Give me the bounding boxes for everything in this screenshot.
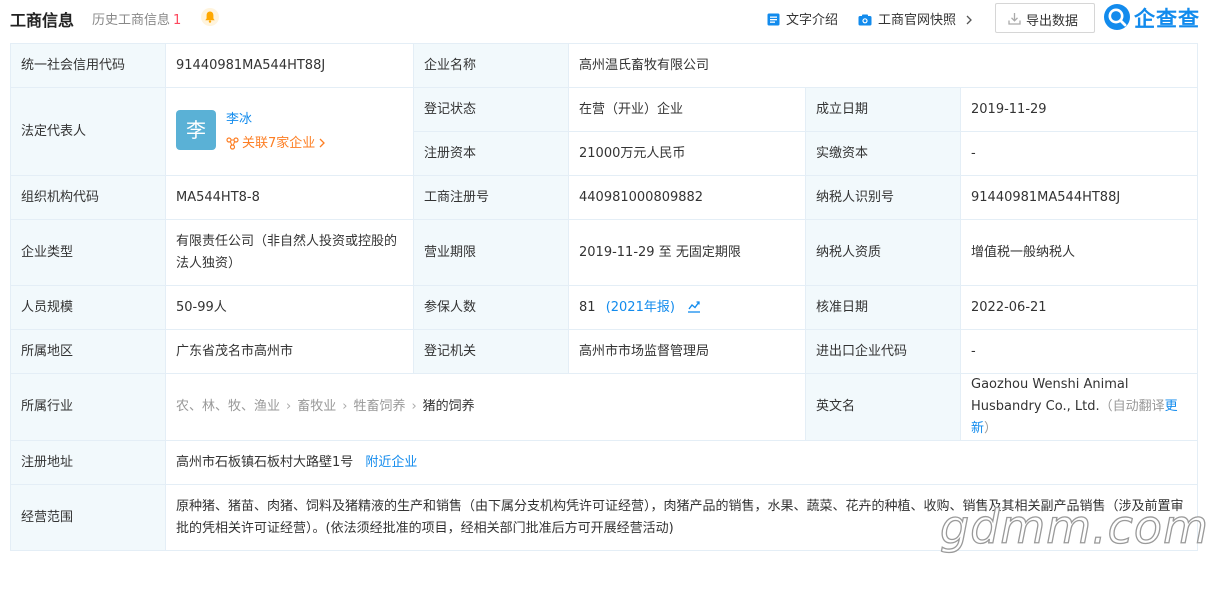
region-value: 广东省茂名市高州市 [165,329,414,374]
org-code-value: MA544HT8-8 [165,175,414,220]
related-companies-link[interactable]: 关联7家企业 [226,133,326,155]
address-label: 注册地址 [10,440,166,485]
history-count: 1 [173,13,182,28]
bell-icon[interactable] [201,8,219,26]
taxpayer-qual-label: 纳税人资质 [805,219,961,286]
chevron-right-icon [966,15,973,25]
taxpayer-id-value: 91440981MA544HT88J [959,175,1199,220]
reg-capital-value: 21000万元人民币 [568,131,806,176]
text-intro-label: 文字介绍 [786,13,839,28]
credit-code-value: 91440981MA544HT88J [165,43,414,88]
history-info-link[interactable]: 历史工商信息 1 [92,9,181,28]
legal-rep-name-link[interactable]: 李冰 [226,109,252,131]
paid-capital-value: - [959,131,1199,176]
english-name-cell: Gaozhou Wenshi Animal Husbandry Co., Ltd… [959,373,1199,441]
scope-label: 经营范围 [10,484,166,551]
industry-level-3[interactable]: 牲畜饲养 [353,399,405,414]
org-code-label: 组织机构代码 [10,175,166,220]
address-cell: 高州市石板镇石板村大路壁1号 附近企业 [164,440,1199,485]
auto-translate-note: （自动翻译 [1099,399,1165,414]
reg-status-value: 在营（开业）企业 [568,87,806,132]
company-name-value: 高州温氏畜牧有限公司 [567,43,1199,88]
staff-size-label: 人员规模 [10,285,166,330]
founded-value: 2019-11-29 [959,87,1199,132]
avatar[interactable]: 李 [176,109,216,150]
taxpayer-id-label: 纳税人识别号 [805,175,961,220]
table-row: 所属地区 广东省茂名市高州市 登记机关 高州市市场监督管理局 进出口企业代码 - [10,329,1199,374]
approval-date-value: 2022-06-21 [959,285,1199,330]
business-info-table: 统一社会信用代码 91440981MA544HT88J 企业名称 高州温氏畜牧有… [10,43,1199,551]
paid-capital-label: 实缴资本 [805,131,961,176]
table-row: 企业类型 有限责任公司（非自然人投资或控股的法人独资） 营业期限 2019-11… [10,219,1199,286]
table-row: 注册地址 高州市石板镇石板村大路壁1号 附近企业 [10,440,1199,485]
nearby-companies-link[interactable]: 附近企业 [365,455,417,470]
company-type-value: 有限责任公司（非自然人投资或控股的法人独资） [165,219,414,286]
snapshot-link[interactable]: 工商官网快照 [858,9,973,28]
industry-level-1[interactable]: 农、林、牧、渔业 [176,399,280,414]
credit-code-label: 统一社会信用代码 [10,43,166,88]
table-row: 法定代表人 李 李冰 关联7家企业 登记状态 在营（开业）企业 成立日期 201… [10,87,1199,176]
industry-level-2[interactable]: 畜牧业 [297,399,336,414]
company-name-label: 企业名称 [413,43,569,88]
watermark: gdmm.com [939,499,1208,554]
industry-label: 所属行业 [10,373,166,441]
chevron-right-icon: › [411,399,417,414]
export-data-button[interactable]: 导出数据 [995,3,1095,33]
reg-no-value: 440981000809882 [568,175,806,220]
section-header: 工商信息 历史工商信息 1 文字介绍 工商官网快照 导出数据 企查查 [10,0,1200,36]
reg-no-label: 工商注册号 [413,175,569,220]
legal-rep-cell: 李 李冰 关联7家企业 [165,87,414,176]
business-term-value: 2019-11-29 至 无固定期限 [568,219,806,286]
auto-translate-note-end: ） [984,421,998,436]
text-intro-link[interactable]: 文字介绍 [767,9,838,28]
chevron-right-icon [319,138,326,147]
logo-text: 企查查 [1134,7,1200,31]
import-export-value: - [959,329,1199,374]
approval-date-label: 核准日期 [805,285,961,330]
industry-level-4[interactable]: 猪的饲养 [423,399,475,414]
chevron-right-icon: › [286,399,292,414]
table-row: 所属行业 农、林、牧、渔业 › 畜牧业 › 牲畜饲养 › 猪的饲养 英文名 Gaozhou … [10,373,1199,441]
taxpayer-qual-value: 增值税一般纳税人 [959,219,1199,286]
insured-label: 参保人数 [413,285,569,330]
english-name-label: 英文名 [805,373,961,441]
snapshot-label: 工商官网快照 [878,13,957,28]
business-term-label: 营业期限 [413,219,569,286]
annual-report-link[interactable]: (2021年报) [606,300,675,315]
reg-authority-label: 登记机关 [413,329,569,374]
reg-authority-value: 高州市市场监督管理局 [568,329,806,374]
table-row: 组织机构代码 MA544HT8-8 工商注册号 440981000809882 … [10,175,1199,220]
chevron-right-icon: › [342,399,348,414]
reg-status-label: 登记状态 [413,87,569,132]
legal-rep-label: 法定代表人 [10,87,166,176]
camera-icon [858,14,872,26]
insured-cell: 81 (2021年报) [568,285,806,330]
table-row: 人员规模 50-99人 参保人数 81 (2021年报) 核准日期 2022-0… [10,285,1199,330]
related-companies-label: 关联7家企业 [242,135,316,151]
insured-value: 81 [579,299,596,315]
section-title: 工商信息 [10,11,75,30]
industry-breadcrumb: 农、林、牧、渔业 › 畜牧业 › 牲畜饲养 › 猪的饲养 [165,373,806,441]
logo-mark-icon [1104,4,1130,30]
qichacha-logo[interactable]: 企查查 [1104,2,1200,32]
history-info-label: 历史工商信息 [92,13,171,28]
company-type-label: 企业类型 [10,219,166,286]
address-value: 高州市石板镇石板村大路壁1号 [176,454,354,470]
table-row: 统一社会信用代码 91440981MA544HT88J 企业名称 高州温氏畜牧有… [10,43,1199,88]
region-label: 所属地区 [10,329,166,374]
import-export-label: 进出口企业代码 [805,329,961,374]
export-data-label: 导出数据 [1026,14,1079,29]
staff-size-value: 50-99人 [165,285,414,330]
founded-label: 成立日期 [805,87,961,132]
document-icon [767,13,780,26]
download-icon [1008,13,1021,25]
relation-icon [226,136,239,150]
trend-chart-icon[interactable] [687,300,701,313]
reg-capital-label: 注册资本 [413,131,569,176]
